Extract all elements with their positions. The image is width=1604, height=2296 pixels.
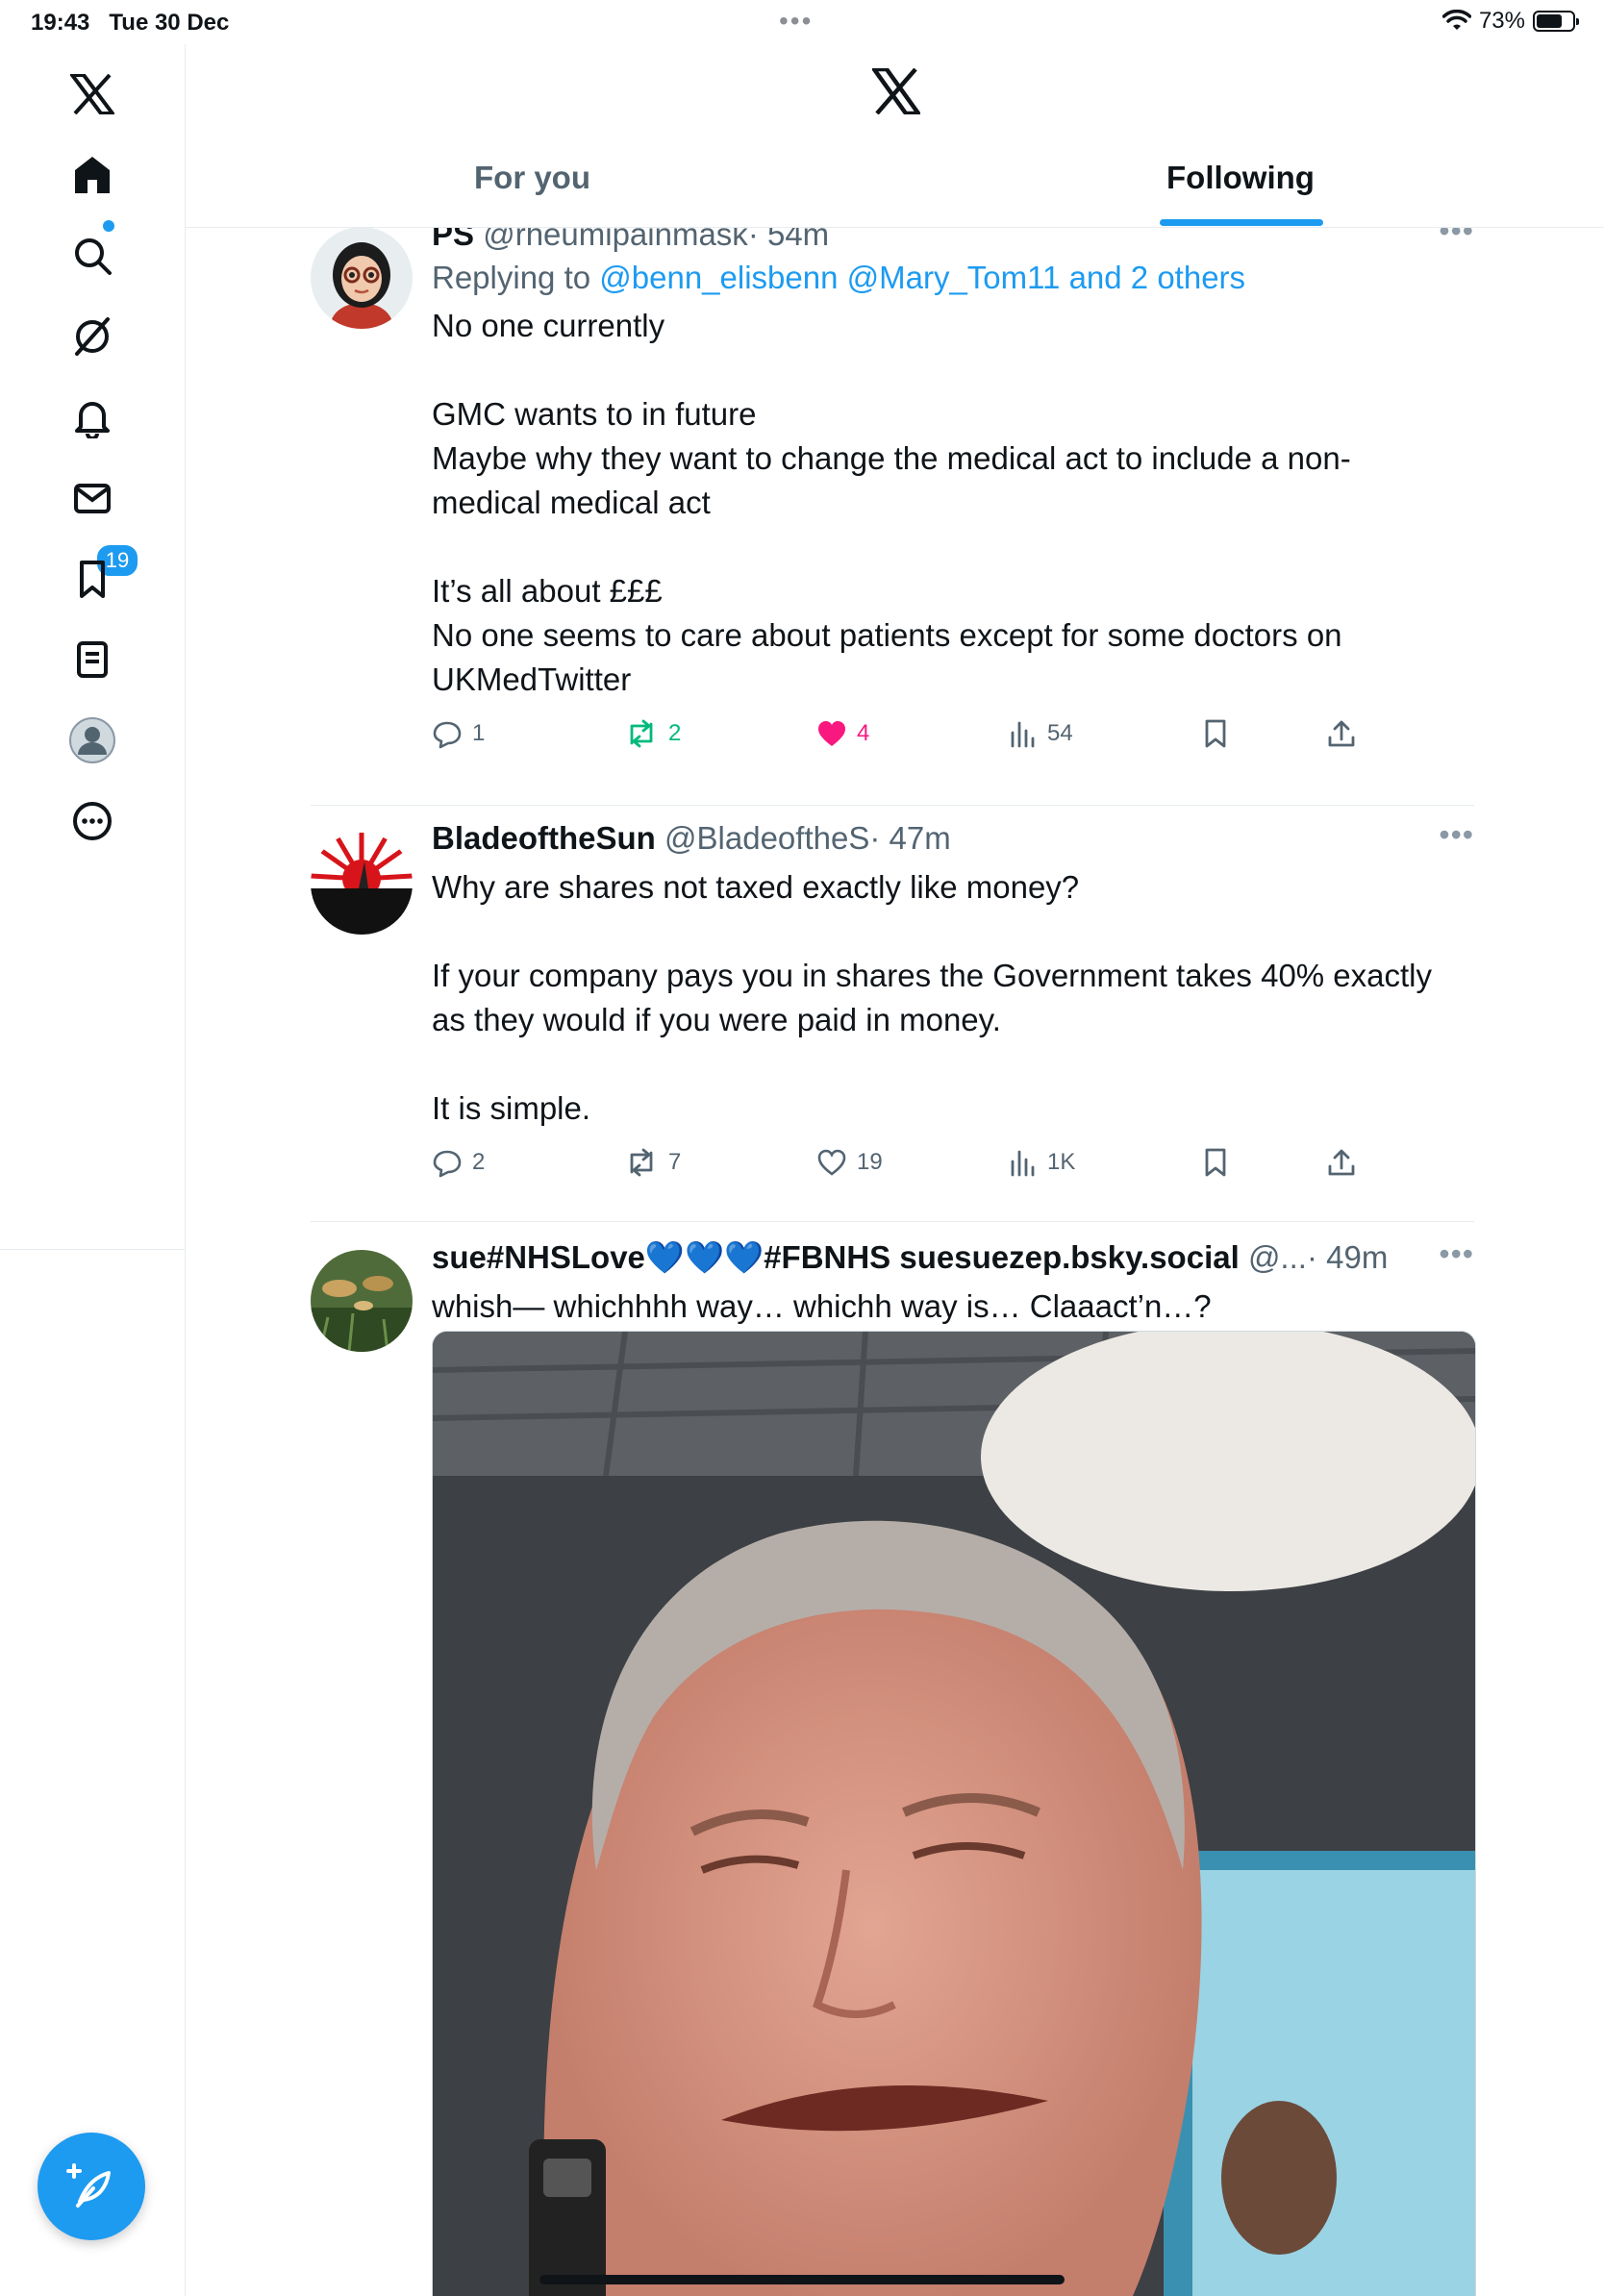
tweet-divider [311, 805, 1474, 806]
avatar[interactable] [311, 1250, 413, 1352]
tweet-text: No one currently GMC wants to in future … [432, 308, 1351, 697]
status-bar: 19:43 Tue 30 Dec ••• 73% [0, 0, 1604, 44]
tweet-content: BladeoftheSun @BladeoftheS· 47m ••• Why … [432, 817, 1474, 1185]
share-button[interactable] [1326, 1140, 1357, 1185]
tweet[interactable]: PS @rheumipainmask· 54m ••• Replying to … [311, 227, 1474, 804]
author-name[interactable]: PS [432, 227, 474, 252]
reply-count: 1 [472, 720, 486, 746]
tweet-header: PS @rheumipainmask· 54m [432, 227, 1474, 254]
x-logo-icon[interactable] [62, 63, 123, 125]
tweet-more-icon[interactable]: ••• [1439, 1236, 1474, 1272]
repost-count: 2 [668, 720, 682, 746]
author-name[interactable]: sue#NHSLove💙💙💙#FBNHS suesuezep.bsky.soci… [432, 1239, 1240, 1275]
search-icon[interactable] [62, 225, 123, 287]
avatar[interactable] [311, 833, 413, 935]
tweet[interactable]: sue#NHSLove💙💙💙#FBNHS suesuezep.bsky.soci… [311, 1236, 1476, 2296]
like-button[interactable]: 19 [816, 1140, 883, 1185]
media-image [433, 1332, 1475, 2296]
home-icon[interactable] [62, 144, 123, 206]
sidebar-separator [0, 1249, 185, 1250]
views-chart-icon [1011, 1150, 1035, 1177]
tweet-more-icon[interactable]: ••• [1439, 817, 1474, 853]
profile-avatar-icon[interactable] [62, 710, 123, 771]
grok-icon[interactable] [62, 306, 123, 367]
replying-to-links[interactable]: @benn_elisbenn @Mary_Tom11 and 2 others [599, 260, 1245, 295]
sidebar: 19 [0, 44, 186, 2296]
share-icon [1328, 1149, 1355, 1176]
active-tab-indicator [1160, 219, 1323, 226]
tweet-divider [311, 1221, 1474, 1222]
timeline-feed[interactable]: PS @rheumipainmask· 54m ••• Replying to … [186, 227, 1604, 2296]
author-handle[interactable]: @... [1248, 1239, 1307, 1275]
multitasking-dots[interactable]: ••• [779, 6, 813, 37]
repost-button[interactable]: 2 [624, 711, 681, 756]
tweet-header: sue#NHSLove💙💙💙#FBNHS suesuezep.bsky.soci… [432, 1238, 1403, 1277]
tweet-time[interactable]: · 47m [869, 820, 950, 856]
repost-button[interactable]: 7 [624, 1140, 681, 1185]
views-count: 54 [1047, 720, 1073, 746]
tweet-time[interactable]: · 54m [748, 227, 829, 252]
bookmark-icon [1205, 719, 1226, 748]
status-right: 73% [1441, 8, 1579, 35]
tab-following[interactable]: Following [1166, 160, 1315, 217]
bookmarks-icon[interactable] [62, 548, 123, 610]
tweet-text: Why are shares not taxed exactly like mo… [432, 869, 1433, 1126]
heart-filled-icon [818, 721, 845, 746]
tweet-media-video[interactable] [432, 1331, 1476, 2296]
views-count: 1K [1047, 1149, 1076, 1175]
author-handle[interactable]: @BladeoftheS [664, 820, 869, 856]
top-header: For you Following [186, 44, 1604, 228]
reply-button[interactable]: 2 [432, 1140, 485, 1185]
compose-post-button[interactable] [38, 2133, 145, 2240]
repost-count: 7 [668, 1149, 682, 1175]
compose-feather-icon [66, 2163, 111, 2208]
like-button[interactable]: 4 [816, 711, 869, 756]
reply-icon [433, 1150, 462, 1178]
tweet-more-icon[interactable]: ••• [1439, 227, 1474, 249]
author-name[interactable]: BladeoftheSun [432, 820, 656, 856]
reply-count: 2 [472, 1149, 486, 1175]
reply-icon [433, 721, 462, 749]
views-button[interactable]: 54 [1009, 711, 1073, 756]
tweet-header: BladeoftheSun @BladeoftheS· 47m [432, 819, 1474, 858]
tweet-time[interactable]: · 49m [1307, 1239, 1388, 1275]
replying-to: Replying to @benn_elisbenn @Mary_Tom11 a… [432, 260, 1246, 295]
share-icon [1328, 720, 1355, 747]
status-time-date: 19:43 Tue 30 Dec [31, 10, 230, 36]
tweet-text: whish— whichhhh way… whichh way is… Claa… [432, 1288, 1212, 1324]
notifications-bell-icon[interactable] [62, 387, 123, 448]
wifi-icon [1441, 10, 1471, 30]
tweet-content: PS @rheumipainmask· 54m ••• Replying to … [432, 227, 1474, 756]
repost-icon [630, 719, 653, 748]
tab-for-you[interactable]: For you [474, 160, 590, 217]
avatar[interactable] [311, 227, 413, 329]
bookmark-button[interactable] [1201, 1140, 1230, 1185]
tweet-content: sue#NHSLove💙💙💙#FBNHS suesuezep.bsky.soci… [432, 1236, 1474, 1329]
bookmark-icon [1205, 1148, 1226, 1177]
heart-outline-icon [817, 1149, 846, 1176]
bookmark-button[interactable] [1201, 711, 1230, 756]
more-options-icon[interactable] [62, 790, 123, 852]
tweet-actions: 2 7 19 1K [432, 1140, 1474, 1185]
reply-button[interactable]: 1 [432, 711, 485, 756]
author-handle[interactable]: @rheumipainmask [483, 227, 748, 252]
repost-icon [630, 1148, 653, 1177]
battery-icon [1533, 11, 1579, 32]
views-button[interactable]: 1K [1009, 1140, 1075, 1185]
battery-percent: 73% [1478, 8, 1525, 34]
views-chart-icon [1011, 721, 1035, 748]
like-count: 4 [857, 720, 870, 746]
like-count: 19 [857, 1149, 883, 1175]
messages-envelope-icon[interactable] [62, 467, 123, 529]
tweet-actions: 1 2 4 54 [432, 711, 1474, 756]
lists-icon[interactable] [62, 629, 123, 690]
home-indicator[interactable] [539, 2275, 1065, 2284]
x-header-logo-icon[interactable] [869, 66, 923, 119]
share-button[interactable] [1326, 711, 1357, 756]
